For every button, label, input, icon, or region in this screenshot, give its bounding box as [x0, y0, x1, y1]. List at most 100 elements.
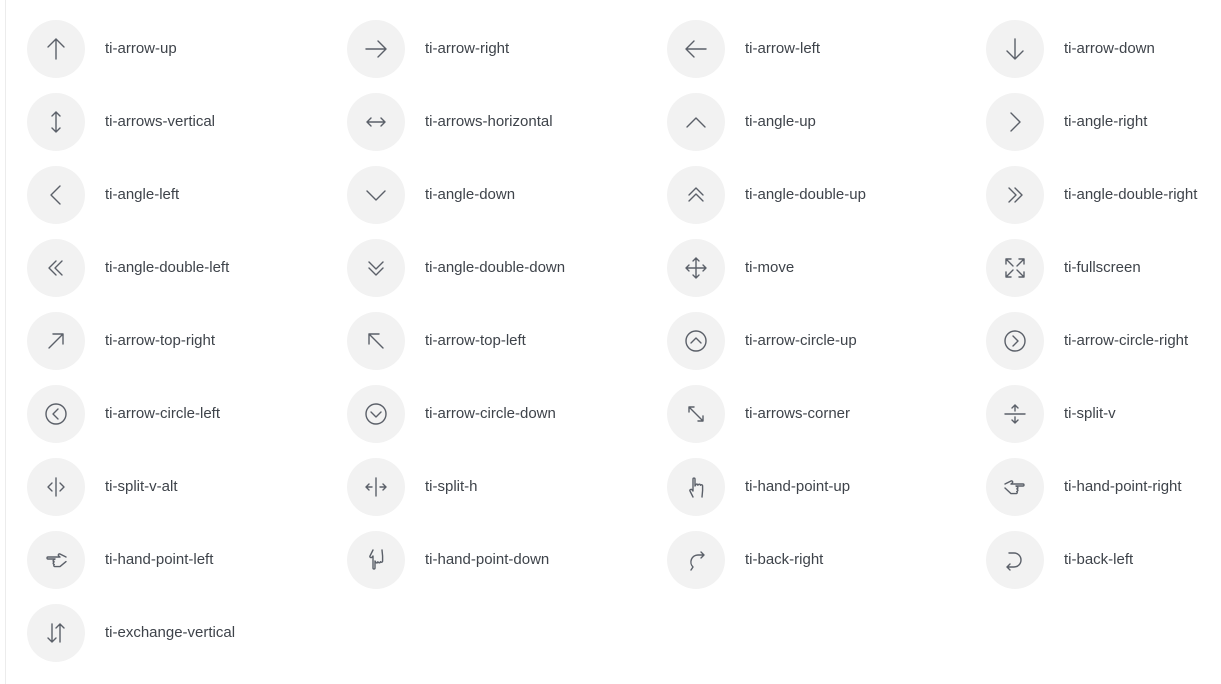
back-left-icon — [986, 530, 1044, 589]
icon-item-ti-arrow-circle-down[interactable]: ti-arrow-circle-down — [347, 377, 667, 450]
icon-item-ti-arrow-top-left[interactable]: ti-arrow-top-left — [347, 304, 667, 377]
hand-point-left-icon — [27, 530, 85, 589]
arrow-left-icon — [667, 19, 725, 78]
icon-item-ti-arrow-circle-right[interactable]: ti-arrow-circle-right — [986, 304, 1221, 377]
split-h-icon — [347, 457, 405, 516]
left-divider — [5, 0, 6, 684]
hand-point-right-icon — [986, 457, 1044, 516]
icon-item-ti-hand-point-up[interactable]: ti-hand-point-up — [667, 450, 986, 523]
icon-label: ti-arrow-circle-left — [105, 405, 221, 422]
arrow-circle-left-icon — [27, 384, 85, 443]
icon-item-ti-hand-point-down[interactable]: ti-hand-point-down — [347, 523, 667, 596]
angle-up-icon — [667, 92, 725, 151]
icon-label: ti-fullscreen — [1064, 259, 1141, 276]
angle-double-left-icon — [27, 238, 85, 297]
angle-double-right-icon — [986, 165, 1044, 224]
icon-item-ti-split-h[interactable]: ti-split-h — [347, 450, 667, 523]
icon-label: ti-arrow-circle-up — [745, 332, 857, 349]
icon-item-ti-angle-left[interactable]: ti-angle-left — [27, 158, 347, 231]
icon-label: ti-arrows-horizontal — [425, 113, 553, 130]
icon-label: ti-arrow-right — [425, 40, 510, 57]
icon-label: ti-arrow-top-right — [105, 332, 216, 349]
icon-item-ti-angle-down[interactable]: ti-angle-down — [347, 158, 667, 231]
icon-label: ti-hand-point-right — [1064, 478, 1182, 495]
split-v-icon — [986, 384, 1044, 443]
icon-item-ti-hand-point-right[interactable]: ti-hand-point-right — [986, 450, 1221, 523]
hand-point-down-icon — [347, 530, 405, 589]
icon-label: ti-split-h — [425, 478, 478, 495]
icon-label: ti-angle-double-up — [745, 186, 866, 203]
arrows-corner-icon — [667, 384, 725, 443]
angle-double-down-icon — [347, 238, 405, 297]
icon-label: ti-angle-down — [425, 186, 516, 203]
split-v-alt-icon — [27, 457, 85, 516]
icon-item-ti-arrow-left[interactable]: ti-arrow-left — [667, 12, 986, 85]
icon-item-ti-angle-double-left[interactable]: ti-angle-double-left — [27, 231, 347, 304]
icon-item-ti-arrow-circle-up[interactable]: ti-arrow-circle-up — [667, 304, 986, 377]
icon-label: ti-back-right — [745, 551, 824, 568]
icon-item-ti-move[interactable]: ti-move — [667, 231, 986, 304]
icon-item-ti-angle-double-up[interactable]: ti-angle-double-up — [667, 158, 986, 231]
arrow-circle-up-icon — [667, 311, 725, 370]
icon-label: ti-arrow-left — [745, 40, 821, 57]
icon-item-ti-angle-double-right[interactable]: ti-angle-double-right — [986, 158, 1221, 231]
icon-item-ti-angle-up[interactable]: ti-angle-up — [667, 85, 986, 158]
icon-item-ti-split-v-alt[interactable]: ti-split-v-alt — [27, 450, 347, 523]
icon-item-ti-fullscreen[interactable]: ti-fullscreen — [986, 231, 1221, 304]
icon-item-ti-angle-double-down[interactable]: ti-angle-double-down — [347, 231, 667, 304]
icon-label: ti-split-v-alt — [105, 478, 178, 495]
angle-down-icon — [347, 165, 405, 224]
angle-right-icon — [986, 92, 1044, 151]
icon-item-ti-arrows-vertical[interactable]: ti-arrows-vertical — [27, 85, 347, 158]
icon-label: ti-hand-point-up — [745, 478, 851, 495]
icon-item-ti-arrow-down[interactable]: ti-arrow-down — [986, 12, 1221, 85]
icon-label: ti-arrow-up — [105, 40, 177, 57]
angle-double-up-icon — [667, 165, 725, 224]
arrow-right-icon — [347, 19, 405, 78]
icon-label: ti-angle-double-left — [105, 259, 230, 276]
icon-item-ti-angle-right[interactable]: ti-angle-right — [986, 85, 1221, 158]
arrow-top-left-icon — [347, 311, 405, 370]
icon-item-ti-arrows-corner[interactable]: ti-arrows-corner — [667, 377, 986, 450]
icon-item-ti-arrow-right[interactable]: ti-arrow-right — [347, 12, 667, 85]
exchange-vertical-icon — [27, 603, 85, 662]
icon-label: ti-angle-left — [105, 186, 180, 203]
icon-item-ti-back-right[interactable]: ti-back-right — [667, 523, 986, 596]
icon-item-ti-arrow-circle-left[interactable]: ti-arrow-circle-left — [27, 377, 347, 450]
icon-label: ti-move — [745, 259, 795, 276]
icon-item-ti-arrow-up[interactable]: ti-arrow-up — [27, 12, 347, 85]
arrows-horizontal-icon — [347, 92, 405, 151]
arrow-up-icon — [27, 19, 85, 78]
icon-grid: ti-arrow-up ti-arrow-right ti-arrow-left ti… — [27, 12, 1221, 669]
fullscreen-icon — [986, 238, 1044, 297]
icon-item-ti-exchange-vertical[interactable]: ti-exchange-vertical — [27, 596, 347, 669]
icon-label: ti-arrows-corner — [745, 405, 851, 422]
icon-label: ti-split-v — [1064, 405, 1116, 422]
arrow-down-icon — [986, 19, 1044, 78]
icon-label: ti-angle-up — [745, 113, 816, 130]
icon-label: ti-exchange-vertical — [105, 624, 236, 641]
icon-label: ti-back-left — [1064, 551, 1134, 568]
arrow-circle-right-icon — [986, 311, 1044, 370]
icon-label: ti-arrow-circle-down — [425, 405, 556, 422]
arrow-top-right-icon — [27, 311, 85, 370]
angle-left-icon — [27, 165, 85, 224]
icon-label: ti-angle-double-down — [425, 259, 566, 276]
icon-item-ti-back-left[interactable]: ti-back-left — [986, 523, 1221, 596]
icon-item-ti-arrows-horizontal[interactable]: ti-arrows-horizontal — [347, 85, 667, 158]
icon-label: ti-hand-point-left — [105, 551, 214, 568]
icon-item-ti-hand-point-left[interactable]: ti-hand-point-left — [27, 523, 347, 596]
hand-point-up-icon — [667, 457, 725, 516]
icon-label: ti-arrow-down — [1064, 40, 1155, 57]
icon-label: ti-hand-point-down — [425, 551, 550, 568]
icon-item-ti-arrow-top-right[interactable]: ti-arrow-top-right — [27, 304, 347, 377]
move-icon — [667, 238, 725, 297]
icon-label: ti-arrow-circle-right — [1064, 332, 1189, 349]
icon-item-ti-split-v[interactable]: ti-split-v — [986, 377, 1221, 450]
arrow-circle-down-icon — [347, 384, 405, 443]
back-right-icon — [667, 530, 725, 589]
icon-label: ti-arrow-top-left — [425, 332, 526, 349]
icon-label: ti-arrows-vertical — [105, 113, 216, 130]
arrows-vertical-icon — [27, 92, 85, 151]
icon-label: ti-angle-double-right — [1064, 186, 1198, 203]
